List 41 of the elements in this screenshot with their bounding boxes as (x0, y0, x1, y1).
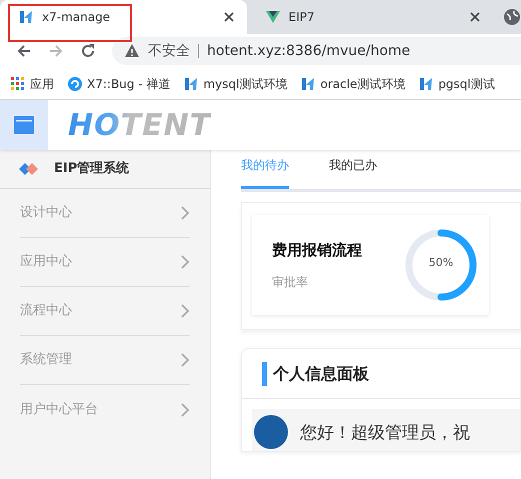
chevron-right-icon (180, 304, 190, 318)
bookmark-link[interactable]: 应用 (10, 74, 54, 92)
menu-toggle-button[interactable] (0, 100, 48, 150)
todo-card[interactable]: 费用报销流程 审批率 50% (252, 215, 489, 315)
browser-tab[interactable]: EIP7 (246, 0, 493, 34)
address-bar[interactable]: 不安全 hotent.xyz:8386/mvue/home (112, 37, 521, 65)
warning-icon (124, 43, 140, 59)
tab[interactable]: 我的已办 (329, 150, 377, 189)
greeting-text: 您好！超级管理员，祝 (300, 422, 470, 445)
security-label: 不安全 (148, 44, 199, 58)
bookmark-link[interactable]: oracle测试环境 (300, 74, 406, 92)
swirl-icon (67, 76, 83, 92)
panel-title: 个人信息面板 (273, 362, 369, 384)
v-logo-icon (264, 9, 280, 25)
avatar (254, 415, 288, 449)
close-icon[interactable] (222, 11, 234, 23)
card-subtitle: 审批率 (272, 274, 309, 292)
chevron-right-icon (180, 206, 190, 220)
h-logo-icon (18, 9, 34, 25)
diamond-logo-icon (18, 162, 38, 176)
apps-grid-icon (10, 76, 26, 92)
url-text: hotent.xyz:8386/mvue/home (207, 42, 410, 60)
chevron-right-icon (180, 353, 190, 367)
menu-icon (14, 116, 34, 134)
chevron-right-icon (180, 402, 190, 416)
bookmark-link[interactable]: pgsql测试 (418, 74, 495, 92)
h-logo-icon (300, 76, 316, 92)
chevron-right-icon (180, 255, 190, 269)
bookmark-link[interactable]: X7::Bug - 禅道 (67, 74, 170, 92)
progress-reading: 50% (428, 255, 454, 271)
card-title: 费用报销流程 (272, 240, 362, 261)
system-title: EIP管理系统 (54, 160, 130, 178)
globe-icon[interactable] (503, 8, 521, 26)
back-arrow-icon[interactable] (16, 43, 32, 59)
h-logo-icon (418, 76, 434, 92)
browser-tab[interactable]: x7-manage (0, 0, 246, 34)
title-accent-bar (262, 362, 267, 386)
close-icon[interactable] (469, 11, 481, 23)
bookmark-link[interactable]: mysql测试环境 (183, 74, 288, 92)
reload-icon[interactable] (80, 43, 96, 59)
h-logo-icon (183, 76, 200, 92)
